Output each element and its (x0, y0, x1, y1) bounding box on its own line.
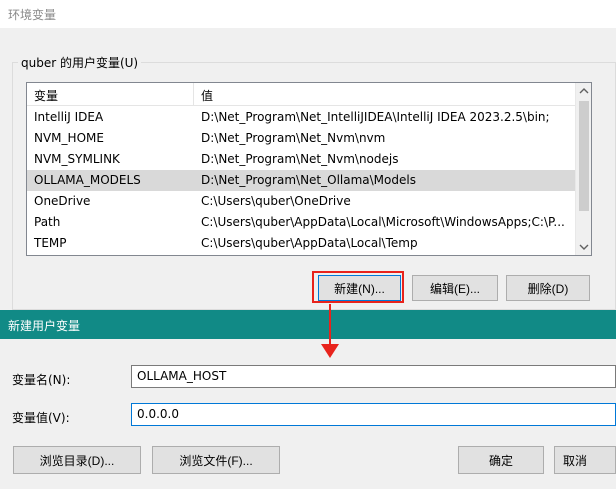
variable-name-cell: TEMP (34, 236, 67, 250)
user-variables-group-label: quber 的用户变量(U) (18, 54, 142, 71)
user-variables-list[interactable]: 变量 值 IntelliJ IDEA D:\Net_Program\Net_In… (26, 82, 592, 256)
variable-value-cell: D:\Net_Program\Net_Ollama\Models (201, 173, 416, 187)
new-button-highlight-box (312, 271, 404, 303)
env-window-title: 环境变量 (8, 8, 57, 22)
screenshot-root: 环境变量 quber 的用户变量(U) 变量 值 IntelliJ IDEA D… (0, 0, 616, 489)
column-divider[interactable] (193, 83, 194, 105)
variable-value-cell: D:\Net_Program\Net_Nvm\nvm (201, 131, 386, 145)
delete-variable-button[interactable]: 删除(D) (506, 275, 590, 301)
new-user-variable-dialog: 新建用户变量 变量名(N): OLLAMA_HOST 变量值(V): 0.0.0… (0, 310, 616, 489)
variable-name-cell: OLLAMA_MODELS (34, 173, 141, 187)
table-row[interactable]: Path C:\Users\quber\AppData\Local\Micros… (27, 212, 575, 233)
env-variables-window: 环境变量 quber 的用户变量(U) 变量 值 IntelliJ IDEA D… (0, 0, 616, 310)
arrow-head-icon (321, 344, 339, 358)
table-row[interactable]: IntelliJ IDEA D:\Net_Program\Net_Intelli… (27, 107, 575, 128)
variable-value-input[interactable]: 0.0.0.0 (131, 403, 616, 426)
browse-directory-button[interactable]: 浏览目录(D)... (13, 446, 141, 474)
variable-value-cell: C:\Users\quber\AppData\Local\Temp (201, 236, 418, 250)
table-row-selected[interactable]: OLLAMA_MODELS D:\Net_Program\Net_Ollama\… (27, 170, 575, 191)
variable-value-cell: D:\Net_Program\Net_IntelliJIDEA\IntelliJ… (201, 110, 550, 124)
chevron-down-icon[interactable] (576, 239, 591, 255)
variable-name-input[interactable]: OLLAMA_HOST (131, 365, 616, 388)
variable-value-label: 变量值(V): (12, 411, 70, 425)
variable-name-cell: NVM_SYMLINK (34, 152, 120, 166)
list-header: 变量 值 (27, 83, 575, 106)
dialog-titlebar[interactable]: 新建用户变量 (0, 310, 616, 339)
column-header-value[interactable]: 值 (201, 87, 213, 104)
scroll-thumb[interactable] (579, 101, 589, 211)
arrow-down-icon (329, 304, 331, 348)
variable-name-cell: NVM_HOME (34, 131, 104, 145)
list-body: IntelliJ IDEA D:\Net_Program\Net_Intelli… (27, 107, 575, 255)
variable-value-cell: C:\Users\quber\AppData\Local\Microsoft\W… (201, 215, 565, 229)
edit-variable-button[interactable]: 编辑(E)... (412, 275, 498, 301)
variable-name-cell: Path (34, 215, 61, 229)
chevron-up-icon[interactable] (576, 83, 591, 99)
browse-file-button[interactable]: 浏览文件(F)... (152, 446, 280, 474)
table-row[interactable]: NVM_SYMLINK D:\Net_Program\Net_Nvm\nodej… (27, 149, 575, 170)
variable-name-cell: IntelliJ IDEA (34, 110, 104, 124)
variable-value-cell: C:\Users\quber\OneDrive (201, 194, 351, 208)
ok-button[interactable]: 确定 (458, 446, 544, 474)
column-header-variable[interactable]: 变量 (34, 87, 58, 104)
cancel-button[interactable]: 取消 (554, 446, 616, 474)
variable-name-cell: OneDrive (34, 194, 91, 208)
list-vertical-scrollbar[interactable] (575, 83, 591, 255)
env-titlebar: 环境变量 (0, 0, 616, 28)
table-row[interactable]: NVM_HOME D:\Net_Program\Net_Nvm\nvm (27, 128, 575, 149)
variable-value-cell: D:\Net_Program\Net_Nvm\nodejs (201, 152, 399, 166)
variable-name-label: 变量名(N): (12, 373, 71, 387)
dialog-title: 新建用户变量 (8, 319, 81, 333)
table-row[interactable]: TEMP C:\Users\quber\AppData\Local\Temp (27, 233, 575, 254)
table-row[interactable]: OneDrive C:\Users\quber\OneDrive (27, 191, 575, 212)
